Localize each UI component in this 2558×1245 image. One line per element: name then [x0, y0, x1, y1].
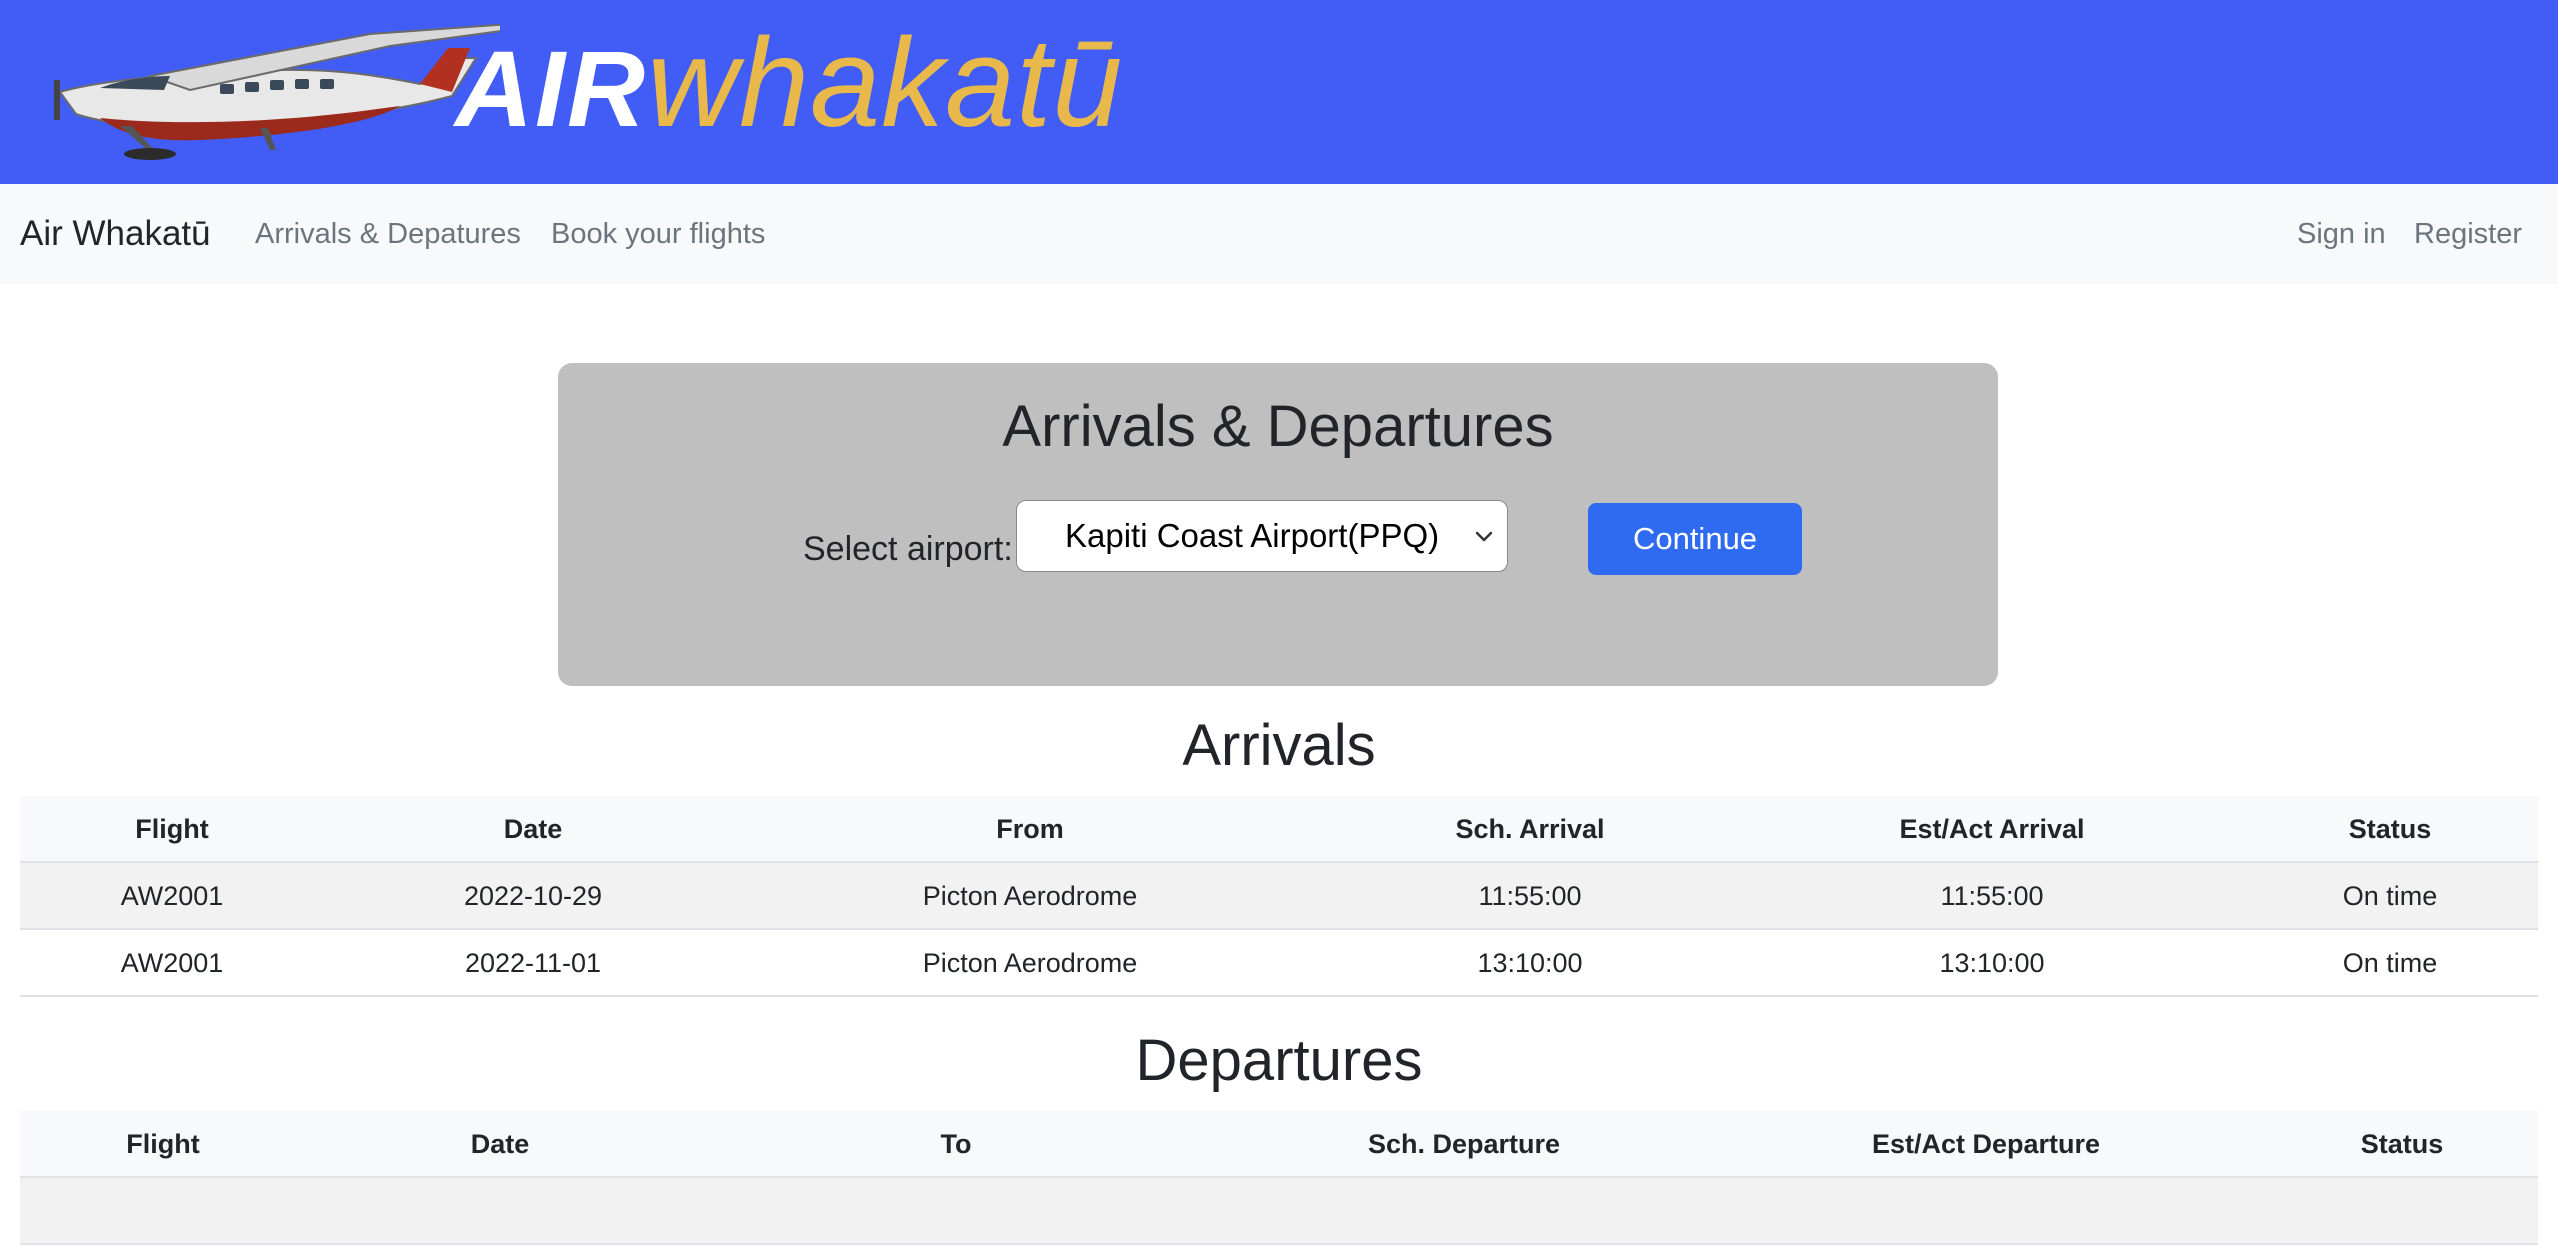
navbar: Air Whakatū Arrivals & Depatures Book yo…	[0, 184, 2558, 284]
table-header-row: Flight Date From Sch. Arrival Est/Act Ar…	[20, 796, 2538, 863]
table-cell: Picton Aerodrome	[922, 881, 1138, 911]
airplane-logo-icon	[54, 23, 500, 160]
nav-link-arrivals-departures[interactable]: Arrivals & Depatures	[255, 184, 521, 284]
table-cell: 11:55:00	[1478, 881, 1582, 911]
departures-title: Departures	[1135, 1028, 1423, 1093]
continue-button[interactable]: Continue	[1588, 503, 1802, 575]
table-row: AW2001 2022-11-01 Picton Aerodrome 13:10…	[20, 930, 2538, 997]
table-cell: 2022-10-29	[463, 881, 603, 911]
selected-airport-value: Kapiti Coast Airport(PPQ)	[1065, 517, 1440, 554]
nav-link-book-flights[interactable]: Book your flights	[551, 184, 765, 284]
table-cell: On time	[2342, 881, 2438, 911]
table-cell: 2022-11-01	[464, 948, 602, 978]
nav-link-register[interactable]: Register	[2414, 184, 2522, 284]
table-cell: 11:55:00	[1940, 881, 2044, 911]
table-cell: AW2001	[120, 948, 224, 978]
select-airport-label: Select airport:	[803, 530, 1013, 568]
column-header: Est/Act Departure	[1871, 1129, 2101, 1159]
nav-link-sign-in[interactable]: Sign in	[2297, 184, 2386, 284]
airline-logo-text: AIRwhakatū	[455, 8, 1123, 158]
table-cell: On time	[2342, 948, 2438, 978]
airport-select-dropdown[interactable]: Kapiti Coast Airport(PPQ)	[1016, 500, 1508, 572]
table-row: AW2001 2022-10-29 Picton Aerodrome 11:55…	[20, 863, 2538, 930]
column-header: Status	[2360, 1129, 2444, 1159]
chevron-down-icon	[1475, 531, 1493, 542]
column-header: Sch. Departure	[1367, 1129, 1561, 1159]
column-header: Est/Act Arrival	[1899, 814, 2085, 844]
logo-whakatu-text: whakatū	[647, 12, 1124, 153]
column-header: Date	[470, 1129, 530, 1159]
logo-air-text: AIR	[455, 28, 647, 149]
column-header: Sch. Arrival	[1455, 814, 1605, 844]
table-cell: 13:10:00	[1477, 948, 1583, 978]
table-cell: Picton Aerodrome	[922, 948, 1138, 978]
column-header: Flight	[135, 814, 209, 844]
arrivals-title: Arrivals	[1182, 713, 1376, 778]
header-banner: AIRwhakatū	[0, 0, 2558, 184]
navbar-brand[interactable]: Air Whakatū	[20, 184, 211, 284]
table-cell: 13:10:00	[1939, 948, 2045, 978]
column-header: Status	[2348, 814, 2432, 844]
panel-title: Arrivals & Departures	[1002, 394, 1554, 459]
column-header: From	[996, 814, 1064, 844]
table-header-row: Flight Date To Sch. Departure Est/Act De…	[20, 1111, 2538, 1178]
airport-select-panel: Arrivals & Departures Select airport: Ka…	[558, 363, 1998, 686]
column-header: Flight	[126, 1129, 200, 1159]
table-row-partial	[20, 1178, 2538, 1245]
column-header: To	[940, 1129, 972, 1159]
table-cell: AW2001	[120, 881, 224, 911]
column-header: Date	[503, 814, 563, 844]
